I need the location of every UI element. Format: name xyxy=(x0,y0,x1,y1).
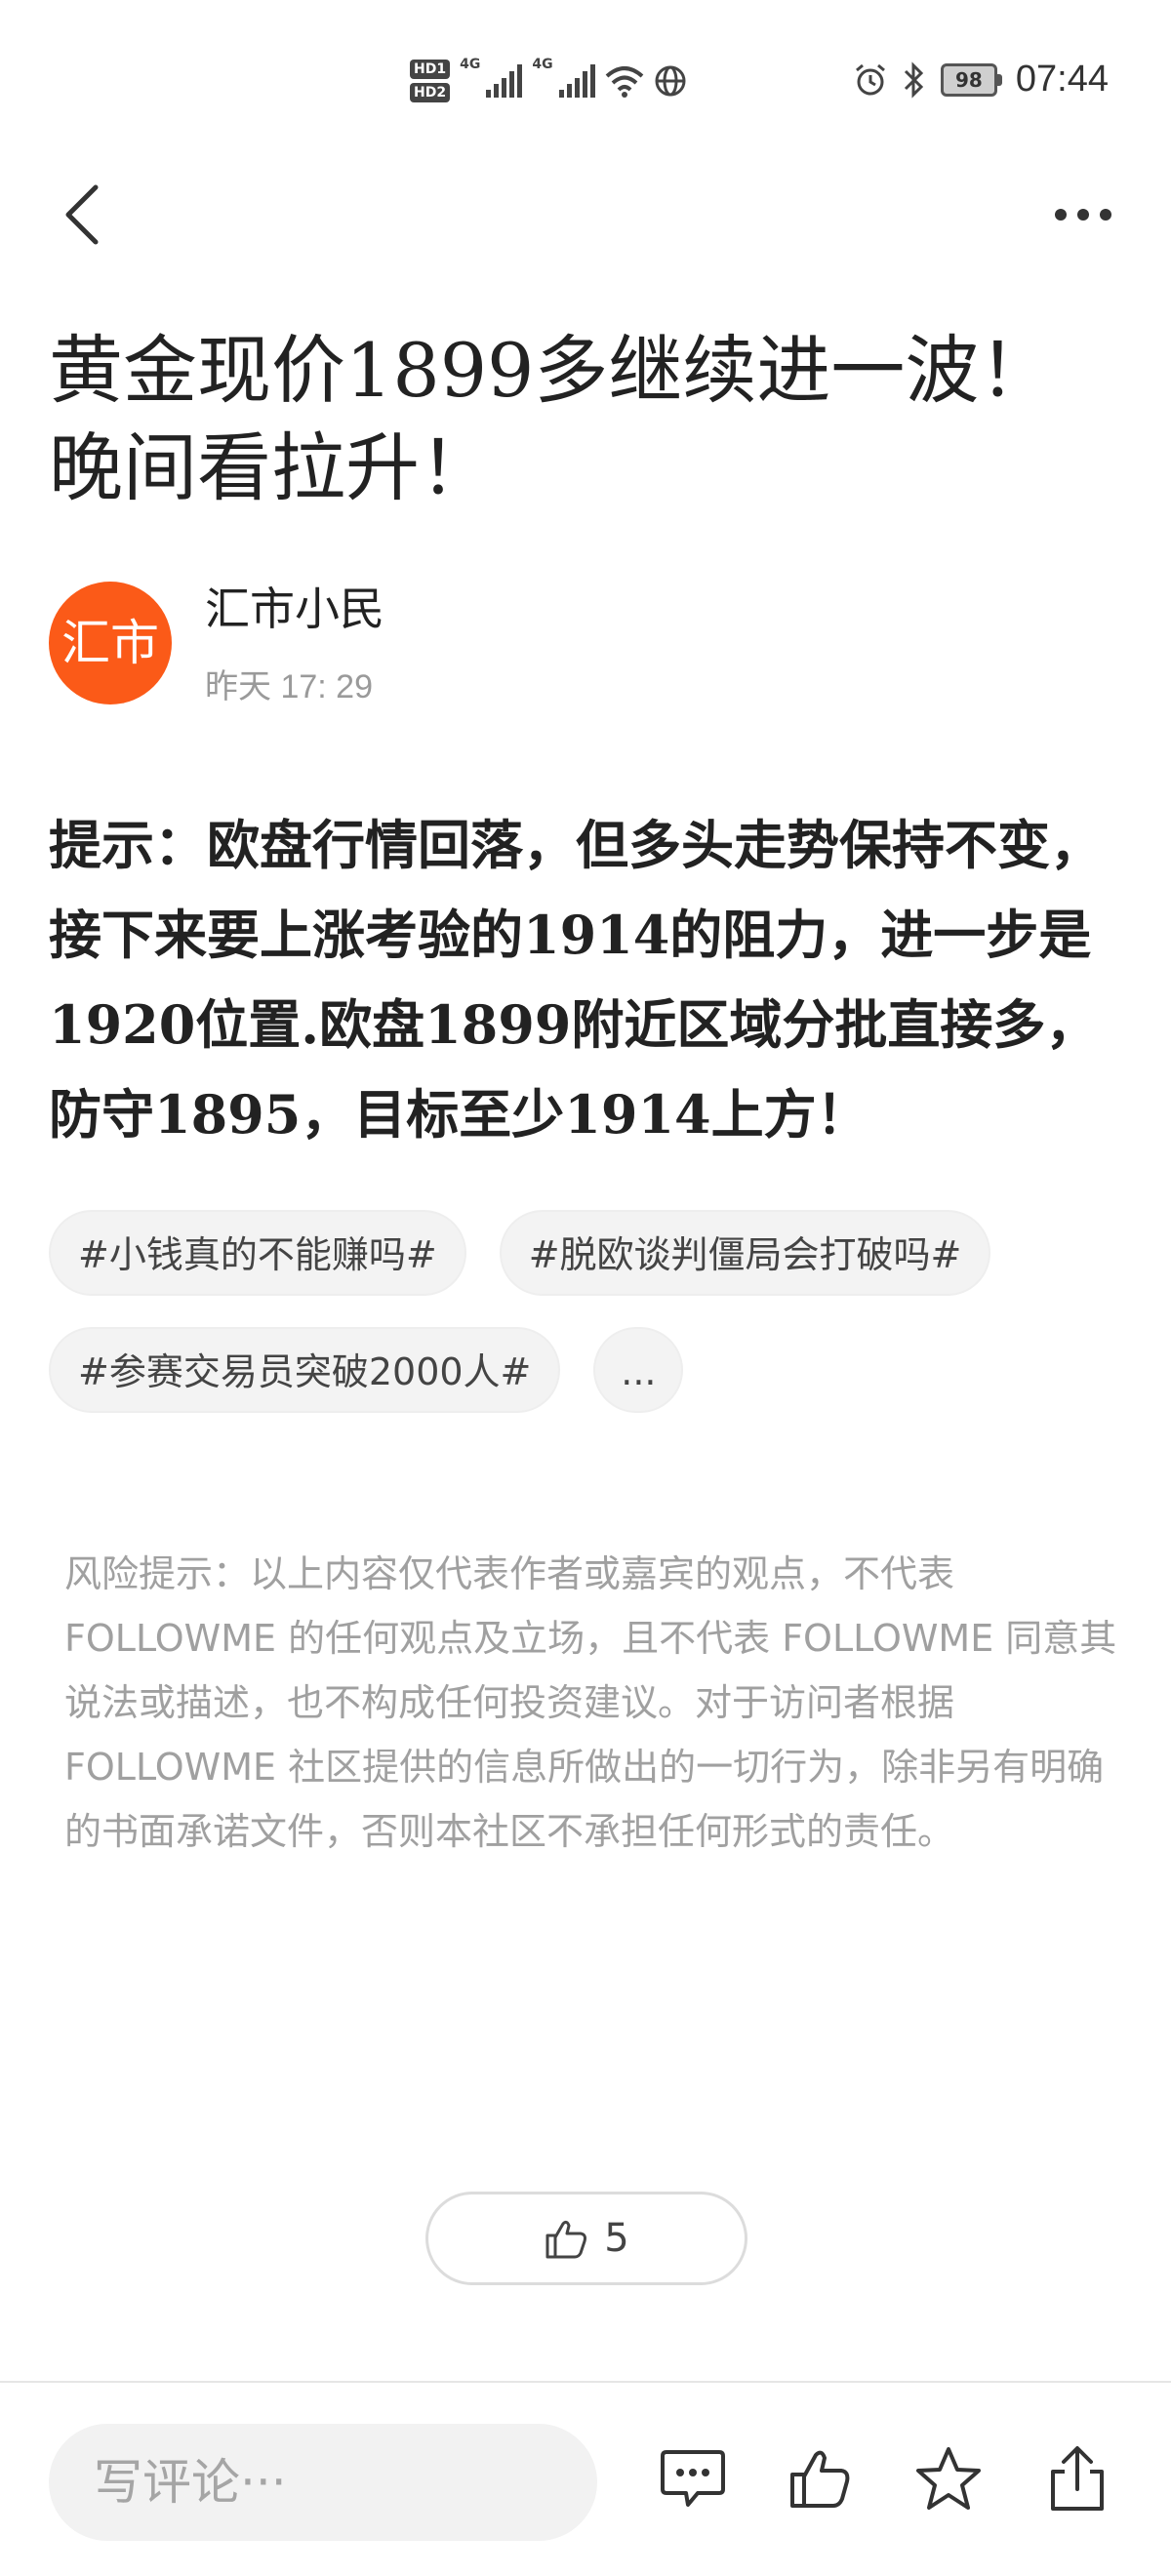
signal-strength-1-icon xyxy=(486,64,523,98)
wifi-icon xyxy=(605,66,643,98)
comment-icon xyxy=(661,2450,725,2507)
comment-button[interactable] xyxy=(654,2439,732,2517)
back-button[interactable] xyxy=(49,176,127,254)
network-type-2: 4G xyxy=(532,57,553,72)
risk-disclaimer: 风险提示：以上内容仅代表作者或嘉宾的观点，不代表 FOLLOWME 的任何观点及… xyxy=(64,1552,1117,1853)
author-avatar[interactable]: 汇市 xyxy=(49,582,172,704)
status-right-group: 98 07:44 xyxy=(853,59,1109,101)
hd2-badge: HD2 xyxy=(410,83,451,102)
star-icon xyxy=(916,2447,981,2510)
like-action-button[interactable] xyxy=(781,2439,859,2517)
topic-tag[interactable]: #参赛交易员突破2000人# xyxy=(49,1327,561,1413)
tag-list: #小钱真的不能赚吗# #脱欧谈判僵局会打破吗# #参赛交易员突破2000人# .… xyxy=(49,1210,1122,1413)
post-body: 提示：欧盘行情回落，但多头走势保持不变，接下来要上涨考验的1914的阻力，进一步… xyxy=(49,814,1103,1146)
thumbs-up-icon xyxy=(545,2220,587,2259)
battery-level: 98 xyxy=(940,62,997,97)
share-icon xyxy=(1051,2446,1104,2511)
hd1-badge: HD1 xyxy=(410,60,451,79)
share-button[interactable] xyxy=(1038,2439,1116,2517)
bottom-divider xyxy=(0,2381,1171,2383)
like-count: 5 xyxy=(604,2216,629,2261)
status-icons-group: HD1 HD2 4G 4G xyxy=(410,57,687,105)
status-bar: HD1 HD2 4G 4G 98 07:44 xyxy=(0,0,1171,156)
alarm-icon xyxy=(855,63,885,95)
post-title: 黄金现价1899多继续进一波！晚间看拉升！ xyxy=(49,327,1054,511)
hd-indicators: HD1 HD2 xyxy=(410,60,451,102)
author-name[interactable]: 汇市小民 xyxy=(205,574,384,638)
post-timestamp: 昨天 17: 29 xyxy=(205,668,373,705)
globe-icon xyxy=(655,65,686,97)
thumbs-up-icon xyxy=(790,2450,850,2508)
more-horizontal-icon xyxy=(1055,209,1111,221)
clock: 07:44 xyxy=(1015,59,1109,100)
favorite-button[interactable] xyxy=(909,2439,988,2517)
network-type-1: 4G xyxy=(460,57,481,72)
signal-strength-2-icon xyxy=(558,64,595,98)
topic-tag[interactable]: #脱欧谈判僵局会打破吗# xyxy=(499,1210,991,1296)
more-options-button[interactable] xyxy=(1034,185,1132,244)
comment-input[interactable] xyxy=(49,2424,597,2541)
bluetooth-icon xyxy=(904,60,924,99)
topic-tag[interactable]: #小钱真的不能赚吗# xyxy=(49,1210,466,1296)
chevron-left-icon xyxy=(65,184,99,245)
more-tags-button[interactable]: ... xyxy=(593,1327,684,1413)
battery-icon: 98 xyxy=(940,62,1002,97)
like-button[interactable]: 5 xyxy=(425,2192,747,2285)
